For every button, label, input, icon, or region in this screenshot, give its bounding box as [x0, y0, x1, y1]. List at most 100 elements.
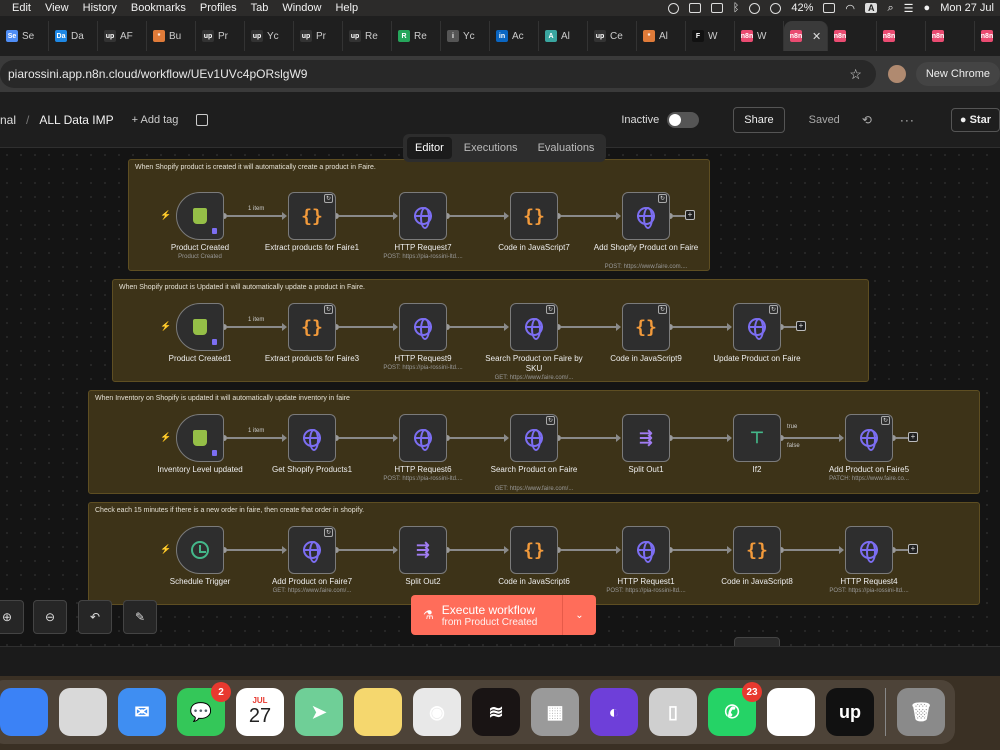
browser-tab[interactable]: up Pr: [196, 21, 245, 51]
browser-tab[interactable]: Se Se: [0, 21, 49, 51]
dock-calendar-icon[interactable]: JUL 27: [236, 688, 284, 736]
dock-trash-icon[interactable]: 🗑: [897, 688, 945, 736]
dock-chrome-icon[interactable]: ◉: [413, 688, 461, 736]
upwork-status-icon[interactable]: [667, 2, 679, 14]
menu-window[interactable]: Window: [282, 2, 321, 14]
browser-tab[interactable]: n8n: [975, 21, 1000, 51]
execute-dropdown-chevron-icon[interactable]: ⌄: [562, 595, 596, 635]
history-icon[interactable]: ⟲: [862, 113, 872, 127]
workflow-node[interactable]: [399, 303, 447, 351]
tab-evaluations[interactable]: Evaluations: [530, 137, 603, 159]
add-node-plus-icon[interactable]: +: [908, 544, 918, 554]
dock-whatsapp-icon[interactable]: ✆ 23: [708, 682, 762, 736]
dock-maps-icon[interactable]: ➤: [295, 688, 343, 736]
menu-view[interactable]: View: [45, 2, 69, 14]
share-button[interactable]: Share: [733, 106, 785, 133]
menu-help[interactable]: Help: [335, 2, 358, 14]
screen-icon[interactable]: [688, 3, 701, 13]
dock-messages-icon[interactable]: 💬 2: [177, 682, 231, 736]
dock-spotify-icon[interactable]: ≋: [472, 688, 520, 736]
workflow-node[interactable]: {}: [510, 192, 558, 240]
browser-tab[interactable]: in Ac: [490, 21, 539, 51]
menu-edit[interactable]: Edit: [12, 2, 31, 14]
browser-tab[interactable]: n8n: [877, 21, 926, 51]
menu-bookmarks[interactable]: Bookmarks: [131, 2, 186, 14]
add-node-plus-icon[interactable]: +: [796, 321, 806, 331]
browser-tab[interactable]: n8n: [828, 21, 877, 51]
browser-tab[interactable]: up Ce: [588, 21, 637, 51]
workflow-node[interactable]: ⊤: [733, 414, 781, 462]
browser-tab[interactable]: i Yc: [441, 21, 490, 51]
display-icon[interactable]: [710, 3, 723, 13]
edit-description-icon[interactable]: [196, 113, 209, 126]
workflow-node[interactable]: [288, 414, 336, 462]
browser-tab[interactable]: FW: [686, 21, 735, 51]
add-node-plus-icon[interactable]: +: [908, 432, 918, 442]
browser-tab[interactable]: * Al: [637, 21, 686, 51]
workflow-title[interactable]: ALL Data IMP: [39, 113, 113, 127]
browser-tab[interactable]: R Re: [392, 21, 441, 51]
zoom-in-button[interactable]: ⊕: [0, 600, 24, 634]
dock-calculator-icon[interactable]: ▦: [531, 688, 579, 736]
profile-avatar[interactable]: [887, 65, 906, 83]
tab-editor[interactable]: Editor: [407, 137, 452, 159]
bookmark-star-icon[interactable]: ☆: [849, 66, 862, 83]
dock-iphone-mirroring-icon[interactable]: ▯: [649, 688, 697, 736]
breadcrumb-parent[interactable]: nal: [0, 113, 16, 127]
workflow-node[interactable]: [845, 526, 893, 574]
menu-tab[interactable]: Tab: [251, 2, 269, 14]
browser-tab[interactable]: n8n ✕: [784, 21, 828, 51]
browser-tab[interactable]: n8n W: [735, 21, 784, 51]
workflow-node[interactable]: {}: [510, 526, 558, 574]
active-toggle[interactable]: [667, 111, 700, 128]
zoom-out-button[interactable]: ⊖: [33, 600, 67, 634]
play-icon[interactable]: [770, 2, 782, 14]
browser-tab[interactable]: A Al: [539, 21, 588, 51]
address-field[interactable]: piarossini.app.n8n.cloud/workflow/UEv1UV…: [0, 60, 876, 88]
execute-workflow-button[interactable]: ⚗ Execute workflow from Product Created …: [411, 595, 596, 635]
wifi-icon[interactable]: ◠: [845, 2, 855, 15]
workflow-node[interactable]: ⇶: [622, 414, 670, 462]
siri-icon[interactable]: ●: [924, 2, 931, 14]
github-star-button[interactable]: ● Star: [950, 107, 1000, 132]
undo-button[interactable]: ↶: [78, 600, 112, 634]
url-text[interactable]: piarossini.app.n8n.cloud/workflow/UEv1UV…: [8, 67, 307, 81]
dock-upwork-icon[interactable]: up: [826, 688, 874, 736]
new-chrome-button[interactable]: New Chrome: [915, 62, 1000, 86]
browser-tab[interactable]: up Pr: [294, 21, 343, 51]
control-center-icon[interactable]: ☰: [904, 2, 914, 15]
menu-history[interactable]: History: [83, 2, 117, 14]
workflow-canvas[interactable]: When Shopify product is created it will …: [0, 148, 1000, 648]
more-options-icon[interactable]: ···: [900, 113, 915, 127]
input-source[interactable]: A: [864, 3, 878, 13]
battery-icon[interactable]: [823, 3, 836, 13]
dock-firefox-icon[interactable]: ◐: [590, 688, 638, 736]
dock-finder-icon[interactable]: [0, 688, 48, 736]
add-tag-button[interactable]: + Add tag: [132, 114, 179, 126]
workflow-node[interactable]: [399, 192, 447, 240]
browser-tab[interactable]: Da Da: [49, 21, 98, 51]
workflow-node[interactable]: [622, 526, 670, 574]
search-icon[interactable]: ⌕: [887, 2, 893, 15]
workflow-node[interactable]: [399, 414, 447, 462]
workflow-node[interactable]: {}: [733, 526, 781, 574]
tab-executions[interactable]: Executions: [456, 137, 526, 159]
info-icon[interactable]: [749, 2, 761, 14]
dock-slack-icon[interactable]: ✱: [767, 688, 815, 736]
menubar-clock[interactable]: Mon 27 Jul: [940, 2, 994, 14]
close-tab-icon[interactable]: ✕: [812, 30, 821, 43]
browser-tab[interactable]: n8n: [926, 21, 975, 51]
workflow-node[interactable]: ⇶: [399, 526, 447, 574]
menu-profiles[interactable]: Profiles: [200, 2, 237, 14]
dock-notes-icon[interactable]: [354, 688, 402, 736]
dock-mail-icon[interactable]: ✉: [118, 688, 166, 736]
tidy-up-button[interactable]: ✎: [123, 600, 157, 634]
browser-tab[interactable]: up Yc: [245, 21, 294, 51]
browser-tab[interactable]: up AF: [98, 21, 147, 51]
dock-launchpad-icon[interactable]: [59, 688, 107, 736]
browser-tab[interactable]: up Re: [343, 21, 392, 51]
bluetooth-icon[interactable]: ᛒ: [733, 2, 740, 14]
browser-tab[interactable]: * Bu: [147, 21, 196, 51]
workflow-node[interactable]: [176, 526, 224, 574]
add-node-plus-icon[interactable]: +: [685, 210, 695, 220]
